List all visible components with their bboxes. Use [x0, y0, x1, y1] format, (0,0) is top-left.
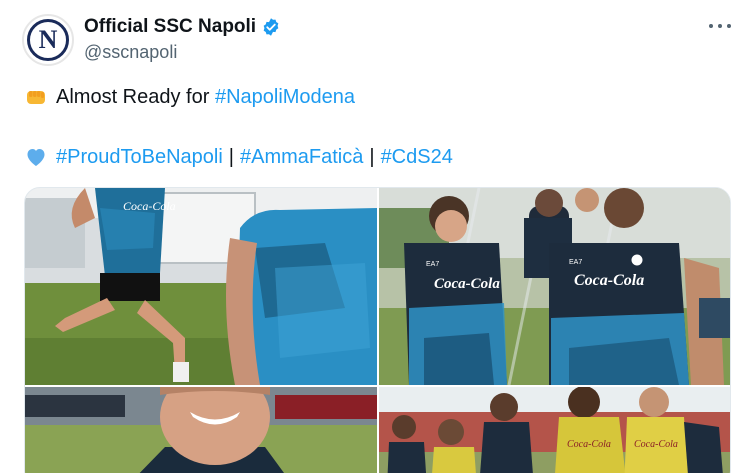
account-handle[interactable]: @sscnapoli	[84, 42, 177, 63]
shirt-sponsor-text: Coca-Cola	[123, 199, 176, 213]
player-smile-photo[interactable]	[25, 387, 377, 473]
players-bibs-photo[interactable]: Coca-Cola Coca-Cola	[379, 387, 730, 473]
svg-text:EA7: EA7	[426, 261, 439, 268]
svg-text:Coca-Cola: Coca-Cola	[567, 439, 611, 450]
more-options-icon[interactable]	[709, 16, 731, 36]
players-group-photo[interactable]: Coca-Cola EA7 Coca-Cola EA7	[379, 188, 730, 385]
avatar[interactable]: N	[22, 14, 74, 66]
hashtag-ammafatica[interactable]: #AmmaFaticà	[240, 146, 363, 169]
media-grid: Coca-Cola Coca-Cola EA7 Coca-Cola EA7 Co…	[24, 187, 731, 473]
display-name[interactable]: Official SSC Napoli	[84, 16, 256, 38]
hashtag-napolimodena[interactable]: #NapoliModena	[215, 86, 355, 109]
separator: |	[228, 145, 234, 168]
training-sprint-photo[interactable]: Coca-Cola	[25, 188, 377, 385]
separator: |	[369, 145, 375, 168]
svg-text:Coca-Cola: Coca-Cola	[574, 272, 644, 289]
napoli-logo-icon: N	[27, 19, 69, 61]
hashtag-proudtobenapoli[interactable]: #ProudToBeNapoli	[56, 146, 223, 169]
tweet-text: Almost Ready for	[56, 85, 210, 108]
tweet-text-line-1: Almost Ready for #NapoliModena	[24, 85, 355, 109]
tweet-text-line-2: #ProudToBeNapoli | #AmmaFaticà | #CdS24	[24, 145, 453, 169]
fist-bump-emoji-icon	[27, 91, 45, 104]
verified-badge-icon	[263, 18, 279, 36]
hashtag-cds24[interactable]: #CdS24	[381, 146, 453, 169]
svg-text:Coca-Cola: Coca-Cola	[434, 276, 500, 292]
blue-heart-emoji-icon	[27, 149, 45, 166]
svg-text:Coca-Cola: Coca-Cola	[634, 439, 678, 450]
svg-text:EA7: EA7	[569, 259, 582, 266]
author-name-row: Official SSC Napoli	[84, 16, 281, 38]
